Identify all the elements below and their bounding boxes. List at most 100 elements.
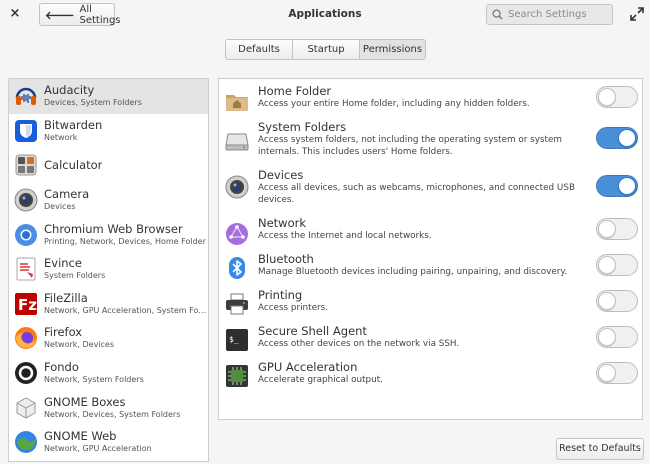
app-name: GNOME Boxes (44, 395, 126, 409)
home-folder-toggle[interactable] (596, 86, 638, 108)
toggle-knob (598, 292, 616, 310)
view-switcher: Defaults Startup Permissions (225, 39, 426, 60)
app-name: Camera (44, 188, 90, 202)
network-toggle[interactable] (596, 218, 638, 240)
tab-defaults[interactable]: Defaults (226, 40, 293, 59)
gpu-acceleration-toggle[interactable] (596, 362, 638, 384)
app-permissions: Network, GPU Acceleration, System Fo… (44, 305, 207, 315)
toggle-knob (598, 256, 616, 274)
permission-row-printing: Printing Access printers. (219, 289, 642, 325)
permission-description: Access all devices, such as webcams, mic… (258, 183, 575, 205)
app-name: Firefox (44, 326, 83, 340)
toggle-knob (598, 220, 616, 238)
permissions-panel: Home Folder Access your entire Home fold… (218, 78, 643, 420)
calculator-icon (14, 153, 38, 177)
svg-text:$_: $_ (229, 335, 239, 344)
app-permissions: Network, Devices, System Folders (44, 409, 181, 419)
list-item-audacity[interactable]: Audacity Devices, System Folders (9, 79, 208, 114)
network-icon (226, 223, 248, 245)
list-item-gnome-web[interactable]: GNOME Web Network, GPU Acceleration (9, 425, 208, 460)
app-list[interactable]: Audacity Devices, System Folders Bitward… (8, 78, 209, 462)
permission-description: Access your entire Home folder, includin… (258, 99, 530, 109)
all-settings-label: All Settings (79, 3, 121, 26)
permission-title: Home Folder (258, 84, 332, 98)
permission-title: Secure Shell Agent (258, 324, 367, 338)
list-item-gnome-boxes[interactable]: GNOME Boxes Network, Devices, System Fol… (9, 390, 208, 425)
permission-description: Access system folders, not including the… (258, 135, 562, 157)
audacity-icon (14, 84, 38, 108)
permission-title: System Folders (258, 120, 347, 134)
list-item-filezilla[interactable]: Fz FileZilla Network, GPU Acceleration, … (9, 287, 208, 322)
permission-title: GPU Acceleration (258, 360, 358, 374)
gpu-chip-icon (226, 365, 248, 387)
printing-toggle[interactable] (596, 290, 638, 312)
permission-description: Access the Internet and local networks. (258, 231, 432, 241)
permission-row-network: Network Access the Internet and local ne… (219, 217, 642, 253)
evince-icon (14, 257, 38, 281)
app-permissions: Network, GPU Acceleration (44, 444, 152, 454)
gnome-web-icon (14, 430, 38, 454)
app-name: Evince (44, 257, 82, 271)
reset-to-defaults-button[interactable]: Reset to Defaults (556, 438, 644, 460)
gnome-boxes-icon (14, 396, 38, 420)
printer-icon (226, 293, 248, 315)
permission-row-bluetooth: Bluetooth Manage Bluetooth devices inclu… (219, 253, 642, 289)
ssh-agent-toggle[interactable] (596, 326, 638, 348)
permission-row-home-folder: Home Folder Access your entire Home fold… (219, 85, 642, 121)
system-folders-toggle[interactable] (596, 127, 638, 149)
tab-permissions[interactable]: Permissions (360, 40, 425, 59)
list-item-evince[interactable]: Evince System Folders (9, 252, 208, 287)
fondo-icon (14, 361, 38, 385)
app-name: Bitwarden (44, 118, 103, 132)
hard-drive-icon (225, 133, 249, 151)
search-input[interactable]: Search Settings (486, 4, 613, 25)
bluetooth-icon (229, 257, 245, 279)
app-name: Audacity (44, 84, 95, 98)
list-item-bitwarden[interactable]: Bitwarden Network (9, 114, 208, 149)
permission-description: Manage Bluetooth devices including pairi… (258, 267, 568, 277)
app-permissions: Network, System Folders (44, 375, 144, 385)
home-folder-icon (226, 95, 248, 111)
toggle-knob (618, 177, 636, 195)
app-permissions: Devices, System Folders (44, 98, 142, 108)
list-item-chromium[interactable]: Chromium Web Browser Printing, Network, … (9, 217, 208, 252)
list-item-camera[interactable]: Camera Devices (9, 183, 208, 218)
list-item-firefox[interactable]: Firefox Network, Devices (9, 321, 208, 356)
list-item-calculator[interactable]: Calculator (9, 148, 208, 183)
toggle-knob (618, 129, 636, 147)
permission-row-devices: Devices Access all devices, such as webc… (219, 169, 642, 217)
chromium-icon (14, 223, 38, 247)
permission-title: Bluetooth (258, 252, 314, 266)
permission-row-gpu-acceleration: GPU Acceleration Accelerate graphical ou… (219, 361, 642, 397)
list-item-fondo[interactable]: Fondo Network, System Folders (9, 356, 208, 391)
maximize-icon[interactable] (630, 7, 644, 21)
svg-text:Fz: Fz (18, 296, 37, 314)
app-permissions: Network, Devices (44, 340, 115, 350)
app-name: FileZilla (44, 291, 88, 305)
toggle-knob (598, 364, 616, 382)
camera-icon (14, 188, 38, 212)
app-permissions: Devices (44, 202, 76, 212)
permission-description: Access printers. (258, 303, 328, 313)
header-bar: × 🡐 All Settings Applications Search Set… (0, 0, 650, 30)
permission-title: Devices (258, 168, 304, 182)
filezilla-icon: Fz (14, 292, 38, 316)
permission-description: Accelerate graphical output. (258, 375, 383, 385)
devices-toggle[interactable] (596, 175, 638, 197)
search-icon (492, 9, 503, 20)
bluetooth-toggle[interactable] (596, 254, 638, 276)
toggle-knob (598, 328, 616, 346)
tab-startup[interactable]: Startup (293, 40, 360, 59)
permission-title: Network (258, 216, 307, 230)
permission-row-ssh-agent: $_ Secure Shell Agent Access other devic… (219, 325, 642, 361)
app-name: GNOME Web (44, 430, 117, 444)
app-name: Chromium Web Browser (44, 222, 183, 236)
search-placeholder: Search Settings (508, 9, 587, 20)
all-settings-button[interactable]: 🡐 All Settings (39, 3, 121, 26)
close-button[interactable]: × (7, 6, 23, 22)
bitwarden-icon (14, 119, 38, 143)
permission-description: Access other devices on the network via … (258, 339, 460, 349)
app-name: Fondo (44, 361, 79, 375)
permission-title: Printing (258, 288, 303, 302)
permission-row-system-folders: System Folders Access system folders, no… (219, 121, 642, 169)
